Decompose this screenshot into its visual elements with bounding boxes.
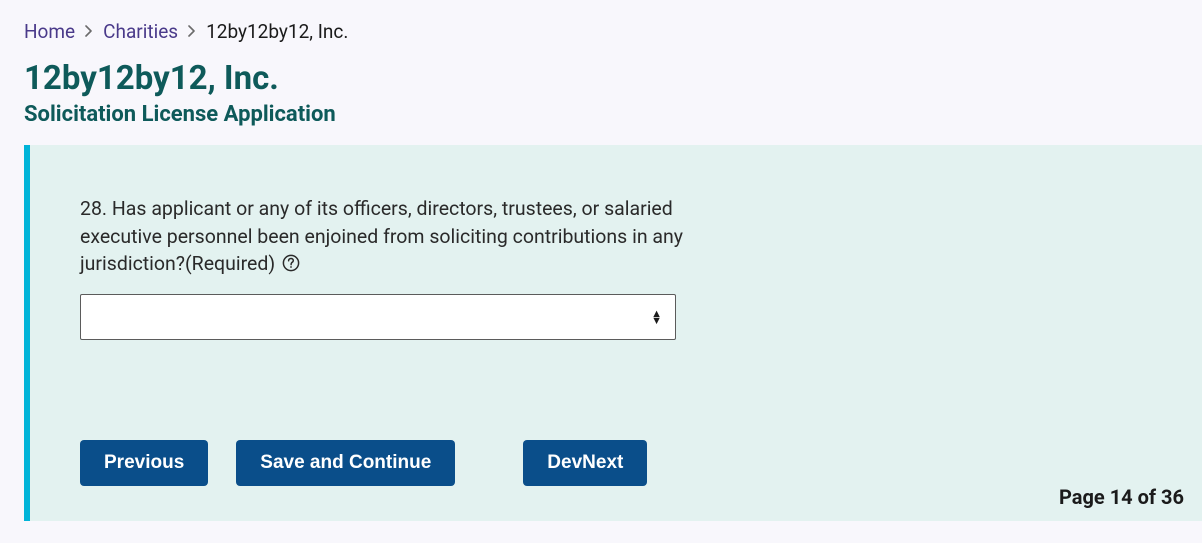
enjoined-select[interactable] xyxy=(80,294,676,340)
breadcrumb-current: 12by12by12, Inc. xyxy=(206,20,348,43)
chevron-right-icon xyxy=(85,23,93,41)
previous-button[interactable]: Previous xyxy=(80,440,208,486)
button-row: Previous Save and Continue DevNext xyxy=(80,440,1152,486)
question-label: 28. Has applicant or any of its officers… xyxy=(80,195,720,278)
breadcrumb: Home Charities 12by12by12, Inc. xyxy=(0,0,1202,53)
question-block: 28. Has applicant or any of its officers… xyxy=(80,195,720,340)
chevron-right-icon xyxy=(188,23,196,41)
form-panel: 28. Has applicant or any of its officers… xyxy=(24,145,1202,521)
save-continue-button[interactable]: Save and Continue xyxy=(236,440,455,486)
page-subtitle: Solicitation License Application xyxy=(24,102,1178,127)
select-wrap: ▲ ▼ xyxy=(80,294,676,340)
help-icon[interactable] xyxy=(282,254,300,272)
breadcrumb-home[interactable]: Home xyxy=(24,20,75,43)
breadcrumb-charities[interactable]: Charities xyxy=(103,20,178,43)
page-counter: Page 14 of 36 xyxy=(1059,485,1184,509)
page-header: 12by12by12, Inc. Solicitation License Ap… xyxy=(0,53,1202,145)
page-title: 12by12by12, Inc. xyxy=(24,59,1178,98)
devnext-button[interactable]: DevNext xyxy=(523,440,647,486)
question-text: 28. Has applicant or any of its officers… xyxy=(80,197,683,275)
